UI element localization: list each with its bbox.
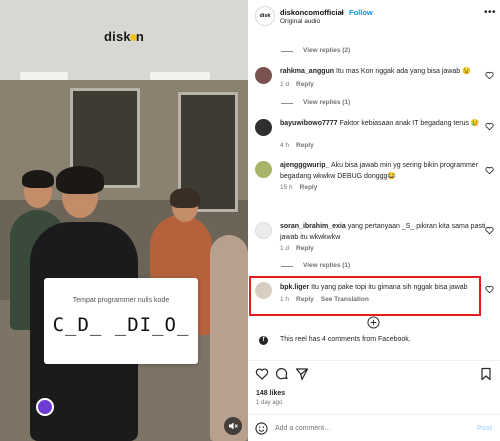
emoji-icon[interactable]	[255, 422, 268, 435]
person-shape	[210, 235, 248, 441]
header-separator: •	[341, 8, 344, 17]
like-heart-icon[interactable]	[255, 367, 269, 381]
like-heart-icon[interactable]	[485, 226, 494, 235]
follow-button[interactable]: Follow	[349, 8, 373, 17]
view-replies-button[interactable]: View replies (2)	[303, 47, 350, 54]
comment-text: rahkma_anggun Itu mas Kon nggak ada yang…	[280, 68, 471, 75]
like-heart-icon[interactable]	[485, 122, 494, 131]
ceiling-light	[20, 72, 68, 80]
reply-button[interactable]: Reply	[296, 142, 314, 149]
commenter-avatar[interactable]	[255, 161, 272, 178]
comment-text: bayuwibowo7777 Faktor kebiasaan anak IT …	[280, 120, 480, 127]
load-more-comments-icon[interactable]	[367, 316, 380, 329]
comment-username[interactable]: rahkma_anggun	[280, 68, 334, 75]
view-replies-button[interactable]: View replies (1)	[303, 99, 350, 106]
comment-meta: 1 d Reply	[280, 245, 314, 252]
comment-text: ajengggwurip_ Aku bisa jawab min yg seri…	[280, 162, 479, 180]
add-comment-bar: Add a comment… Post	[248, 416, 500, 441]
ceiling-light	[150, 72, 210, 80]
action-bar	[248, 366, 500, 384]
speaker-muted-icon[interactable]	[224, 417, 242, 435]
facebook-comments-note: f This reel has 4 comments from Facebook…	[248, 332, 500, 350]
divider	[248, 414, 500, 415]
comment-icon[interactable]	[275, 367, 289, 381]
audio-label[interactable]: Original audio	[280, 18, 320, 25]
comment-text: soran_ibrahim_exia yang pertanyaan _S_ p…	[280, 223, 486, 241]
save-bookmark-icon[interactable]	[479, 367, 493, 381]
post-panel: disk diskoncomofficial • Follow Original…	[248, 0, 500, 441]
commenter-avatar[interactable]	[255, 119, 272, 136]
commenter-avatar[interactable]	[255, 67, 272, 84]
reel-video[interactable]: disk n Tempat programmer nulis kode C_D_ …	[0, 0, 248, 441]
reply-button[interactable]: Reply	[296, 245, 314, 252]
comment-username[interactable]: soran_ibrahim_exia	[280, 223, 346, 230]
like-heart-icon[interactable]	[485, 166, 494, 175]
person-hair	[170, 188, 200, 208]
post-comment-button[interactable]: Post	[477, 425, 492, 432]
facebook-icon: f	[259, 336, 268, 345]
share-icon[interactable]	[295, 367, 309, 381]
comment-username[interactable]: ajengggwurip_	[280, 162, 329, 169]
sticker-icon	[36, 398, 54, 416]
account-username[interactable]: diskoncomofficial	[280, 8, 344, 17]
replies-line	[281, 51, 293, 52]
post-header: disk diskoncomofficial • Follow Original…	[248, 0, 500, 30]
quiz-card-title: Tempat programmer nulis kode	[72, 297, 170, 304]
likes-count[interactable]: 148 likes	[256, 390, 285, 397]
reply-button[interactable]: Reply	[300, 184, 318, 191]
quiz-card-puzzle: C_D_ _DI_O_	[52, 314, 190, 336]
person-hair	[22, 170, 54, 188]
divider	[248, 360, 500, 361]
more-options-icon[interactable]: •••	[484, 7, 496, 18]
post-date: 1 day ago	[256, 400, 283, 406]
quiz-card: Tempat programmer nulis kode C_D_ _DI_O_	[44, 278, 198, 364]
like-heart-icon[interactable]	[485, 71, 494, 80]
account-avatar[interactable]: disk	[255, 6, 275, 26]
comment-meta: 15 h Reply	[280, 184, 318, 191]
comment-meta: 4 h Reply	[280, 142, 314, 149]
add-comment-input[interactable]: Add a comment…	[275, 425, 331, 432]
comment-username[interactable]: bayuwibowo7777	[280, 120, 338, 127]
replies-line	[281, 266, 293, 267]
reply-button[interactable]: Reply	[296, 81, 314, 88]
diskon-logo: disk n	[104, 29, 144, 44]
highlighted-comment-box	[249, 276, 481, 316]
view-replies-button[interactable]: View replies (1)	[303, 262, 350, 269]
like-heart-icon[interactable]	[485, 285, 494, 294]
comment-meta: 1 d Reply	[280, 81, 314, 88]
commenter-avatar[interactable]	[255, 222, 272, 239]
replies-line	[281, 103, 293, 104]
person-hair	[56, 166, 104, 194]
facebook-note-text: This reel has 4 comments from Facebook.	[280, 336, 411, 343]
